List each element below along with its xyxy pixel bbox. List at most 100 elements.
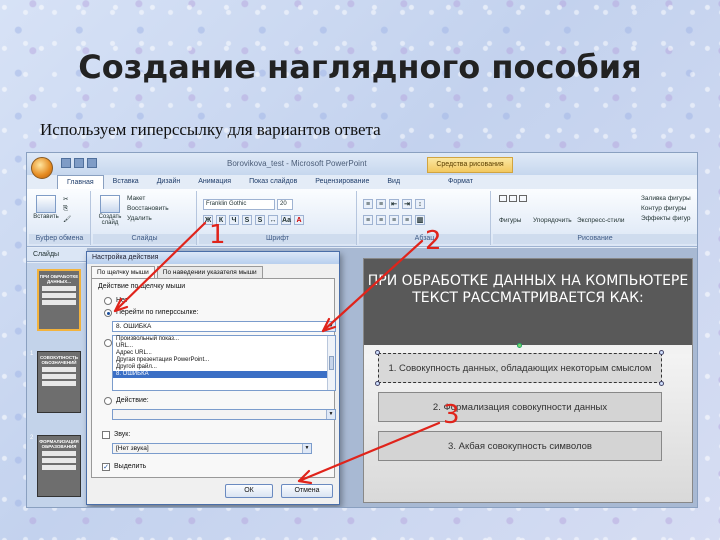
chevron-down-icon[interactable]: ▼ <box>326 410 335 419</box>
radio-run-program[interactable] <box>104 339 112 347</box>
strike-button[interactable]: S <box>242 215 252 225</box>
tab-slideshow[interactable]: Показ слайдов <box>240 175 306 189</box>
list-item[interactable]: URL... <box>113 343 335 350</box>
answer-option-2[interactable]: 2. Формализация совокупности данных <box>378 392 662 422</box>
resize-handle[interactable] <box>659 350 664 355</box>
save-icon[interactable] <box>61 158 71 168</box>
justify-button[interactable]: ≡ <box>402 215 412 225</box>
undo-icon[interactable] <box>74 158 84 168</box>
chevron-down-icon[interactable]: ▼ <box>302 444 311 453</box>
align-left-button[interactable]: ≡ <box>363 215 373 225</box>
slide-thumbnail[interactable]: ПРИ ОБРАБОТКЕ ДАННЫХ... <box>37 269 81 331</box>
columns-button[interactable]: ▥ <box>415 215 425 225</box>
shape-outline-button[interactable]: Контур фигуры <box>641 205 686 212</box>
quick-styles-button[interactable]: Экспресс-стили <box>577 217 625 224</box>
tab-view[interactable]: Вид <box>378 175 409 189</box>
radio-hyperlink[interactable] <box>104 309 112 317</box>
font-size-field[interactable]: 20 <box>277 199 293 210</box>
tab-design[interactable]: Дизайн <box>148 175 190 189</box>
indent-inc-button[interactable]: ⇥ <box>402 199 412 209</box>
redo-icon[interactable] <box>87 158 97 168</box>
list-item[interactable]: Другой файл... <box>113 364 335 371</box>
resize-handle[interactable] <box>375 350 380 355</box>
highlight-checkbox[interactable]: ✓ <box>102 463 110 471</box>
indent-dec-button[interactable]: ⇤ <box>389 199 399 209</box>
rotate-handle[interactable] <box>517 343 522 348</box>
dialog-title: Настройка действия <box>87 252 339 264</box>
bold-button[interactable]: Ж <box>203 215 213 225</box>
delete-slide-button[interactable]: Удалить <box>127 215 152 222</box>
paragraph-group-label: Абзац <box>359 234 490 244</box>
paste-icon <box>36 195 56 213</box>
resize-handle[interactable] <box>659 381 664 386</box>
sound-dropdown[interactable]: [Нет звука] ▼ <box>112 443 312 454</box>
spacing-button[interactable]: ↔ <box>268 215 278 225</box>
radio-macro[interactable] <box>104 397 112 405</box>
drawing-group: Фигуры Упорядочить Экспресс-стили Заливк… <box>493 191 697 245</box>
bullets-button[interactable]: ≡ <box>363 199 373 209</box>
tab-mouse-over[interactable]: По наведении указателя мыши <box>156 266 263 278</box>
list-item[interactable]: 8. ОШИБКА <box>113 371 335 378</box>
shape-effects-button[interactable]: Эффекты фигур <box>641 215 691 222</box>
cancel-button[interactable]: Отмена <box>281 484 333 498</box>
arrange-button[interactable]: Упорядочить <box>533 217 572 224</box>
action-settings-dialog: Настройка действия По щелчку мыши По нав… <box>86 251 340 505</box>
list-item[interactable]: Адрес URL... <box>113 350 335 357</box>
thumb-number: 2 <box>30 435 34 441</box>
shapes-button[interactable]: Фигуры <box>499 217 521 224</box>
reset-button[interactable]: Восстановить <box>127 205 169 212</box>
subtitle: Используем гиперссылку для вариантов отв… <box>40 120 381 139</box>
format-painter-icon[interactable]: 🖌 <box>63 215 71 223</box>
new-slide-button[interactable]: Создать слайд <box>97 195 123 226</box>
slide-thumbnail[interactable]: СОВОКУПНОСТЬ ОБОЗНАЧЕНИЙ <box>37 351 81 413</box>
tab-insert[interactable]: Вставка <box>104 175 148 189</box>
hyperlink-list[interactable]: Произвольный показ... URL... Адрес URL..… <box>112 335 336 391</box>
list-row: ≡ ≡ ⇤ ⇥ ↕ <box>363 199 425 209</box>
radio-none[interactable] <box>104 297 112 305</box>
shape-fill-button[interactable]: Заливка фигуры <box>641 195 691 202</box>
cut-icon[interactable]: ✂ <box>63 195 68 203</box>
sound-checkbox[interactable] <box>102 431 110 439</box>
font-group-label: Шрифт <box>199 234 356 244</box>
resize-handle[interactable] <box>375 381 380 386</box>
drawing-tools-tab[interactable]: Средства рисования <box>427 157 513 173</box>
list-item[interactable]: Другая презентация PowerPoint... <box>113 357 335 364</box>
tab-home[interactable]: Главная <box>57 175 104 189</box>
copy-icon[interactable]: ⎘ <box>63 205 68 213</box>
hyperlink-dropdown[interactable]: 8. ОШИБКА ▼ <box>112 321 336 332</box>
align-right-button[interactable]: ≡ <box>389 215 399 225</box>
case-button[interactable]: Аа <box>281 215 291 225</box>
shapes-gallery[interactable] <box>499 195 529 202</box>
slides-group: Создать слайд Макет Восстановить Удалить… <box>93 191 197 245</box>
list-scrollbar[interactable] <box>327 336 335 390</box>
paragraph-group: ≡ ≡ ⇤ ⇥ ↕ ≡ ≡ ≡ ≡ ▥ Абзац <box>359 191 491 245</box>
underline-button[interactable]: Ч <box>229 215 239 225</box>
numbering-button[interactable]: ≡ <box>376 199 386 209</box>
font-name-field[interactable]: Franklin Gothic <box>203 199 275 210</box>
paste-button[interactable]: Вставить <box>33 195 59 225</box>
sound-label: Звук: <box>114 431 131 438</box>
chevron-down-icon[interactable]: ▼ <box>326 322 335 331</box>
line-spacing-button[interactable]: ↕ <box>415 199 425 209</box>
answer-option-1[interactable]: 1. Совокупность данных, обладающих некот… <box>378 353 662 383</box>
macro-dropdown[interactable]: ▼ <box>112 409 336 420</box>
title-bar: Borovikova_test - Microsoft PowerPoint С… <box>27 153 697 175</box>
italic-button[interactable]: К <box>216 215 226 225</box>
answer-option-3[interactable]: 3. Акбая совокупность символов <box>378 431 662 461</box>
list-item[interactable]: Произвольный показ... <box>113 336 335 343</box>
tab-mouse-click[interactable]: По щелчку мыши <box>91 266 155 278</box>
font-color-button[interactable]: А <box>294 215 304 225</box>
tab-format[interactable]: Формат <box>439 175 482 189</box>
office-button[interactable] <box>31 157 53 179</box>
shadow-button[interactable]: S <box>255 215 265 225</box>
slides-pane: ПРИ ОБРАБОТКЕ ДАННЫХ... 1 СОВОКУПНОСТЬ О… <box>27 263 87 507</box>
ok-button[interactable]: ОК <box>225 484 273 498</box>
align-center-button[interactable]: ≡ <box>376 215 386 225</box>
tab-animation[interactable]: Анимация <box>189 175 240 189</box>
tab-review[interactable]: Рецензирование <box>306 175 378 189</box>
layout-button[interactable]: Макет <box>127 195 145 202</box>
powerpoint-screenshot: Borovikova_test - Microsoft PowerPoint С… <box>26 152 698 508</box>
current-slide[interactable]: ПРИ ОБРАБОТКЕ ДАННЫХ НА КОМПЬЮТЕРЕ ТЕКСТ… <box>363 258 693 503</box>
slides-pane-tab[interactable]: Слайды <box>27 248 87 262</box>
slide-thumbnail[interactable]: ФОРМАЛИЗАЦИЯ ОБРАЗОВАНИЯ <box>37 435 81 497</box>
